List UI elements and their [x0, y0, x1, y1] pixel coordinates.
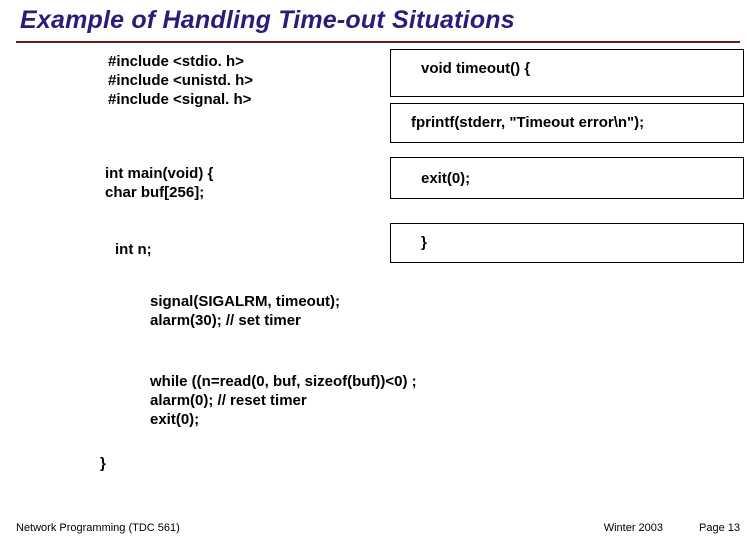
code-main-decl: int main(void) { char buf[256]; — [105, 165, 213, 203]
box-close-text: } — [399, 228, 735, 251]
code-int-n: int n; — [115, 241, 152, 260]
slide-content: #include <stdio. h> #include <unistd. h>… — [0, 43, 756, 503]
footer-course: Network Programming (TDC 561) — [16, 522, 180, 534]
box-exit-text: exit(0); — [399, 162, 735, 187]
footer: Network Programming (TDC 561) Winter 200… — [0, 522, 756, 534]
code-while-block: while ((n=read(0, buf, sizeof(buf))<0) ;… — [150, 373, 417, 429]
slide-title: Example of Handling Time-out Situations — [20, 6, 756, 35]
box-close-brace: } — [390, 223, 744, 263]
box-timeout-decl: void timeout() { — [390, 49, 744, 97]
code-includes: #include <stdio. h> #include <unistd. h>… — [108, 53, 253, 109]
code-closing-brace: } — [100, 455, 106, 474]
code-signal-block: signal(SIGALRM, timeout); alarm(30); // … — [150, 293, 340, 331]
footer-page: Page 13 — [699, 522, 740, 534]
box-fprintf: fprintf(stderr, "Timeout error\n"); — [390, 103, 744, 143]
box-fprintf-text: fprintf(stderr, "Timeout error\n"); — [399, 108, 735, 131]
box-exit: exit(0); — [390, 157, 744, 199]
footer-term: Winter 2003 — [604, 522, 663, 534]
box-timeout-text: void timeout() { — [399, 54, 735, 77]
